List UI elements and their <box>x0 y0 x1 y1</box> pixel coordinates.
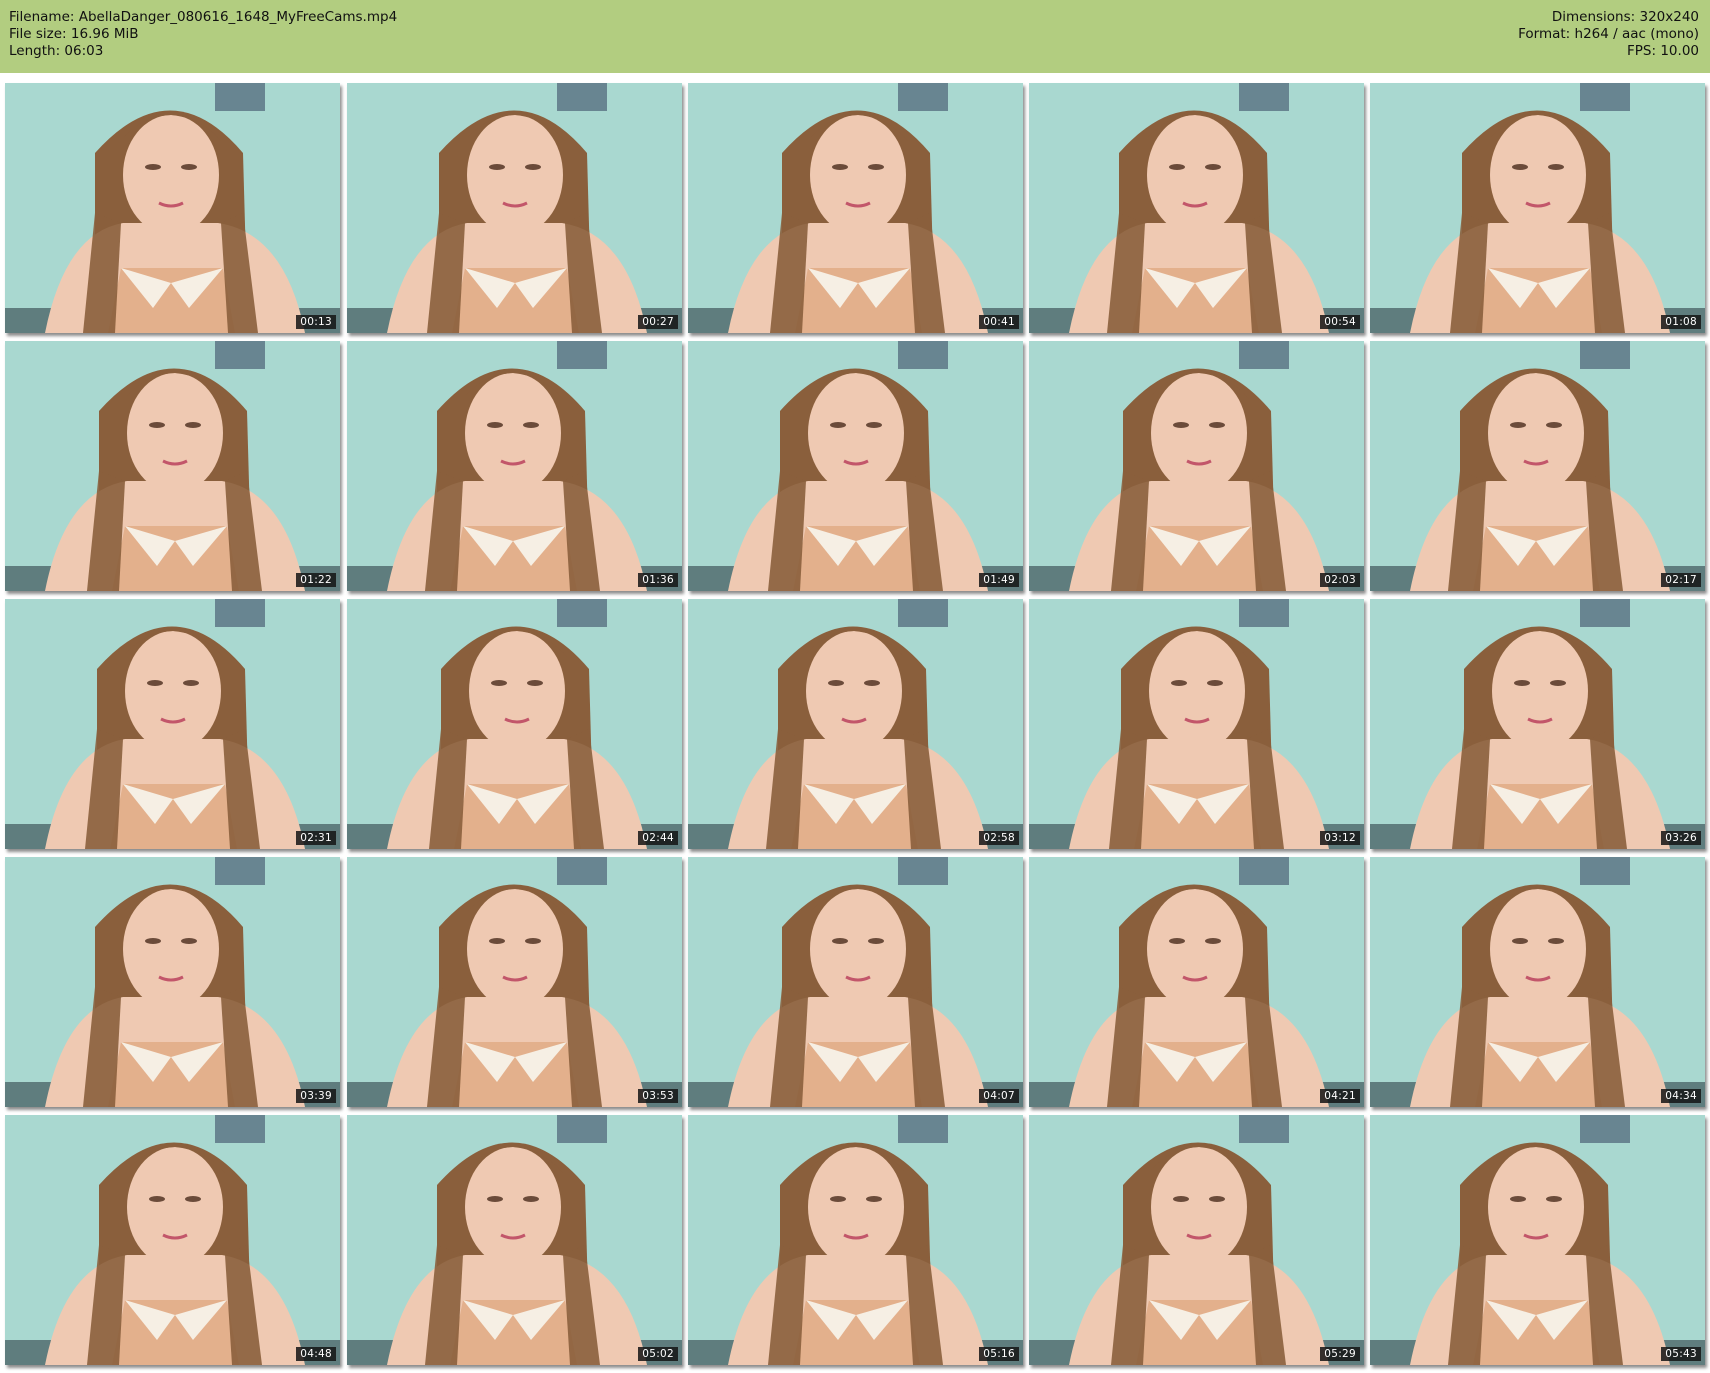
frame-timestamp: 03:12 <box>1320 831 1360 845</box>
video-frame-thumbnail[interactable]: 01:08 <box>1370 83 1705 333</box>
fps-text: FPS: 10.00 <box>1627 43 1699 59</box>
video-frame-thumbnail[interactable]: 04:34 <box>1370 857 1705 1107</box>
frame-timestamp: 01:22 <box>296 573 336 587</box>
frame-timestamp: 02:17 <box>1661 573 1701 587</box>
frame-timestamp: 02:58 <box>979 831 1019 845</box>
frame-image <box>688 83 1023 333</box>
video-frame-thumbnail[interactable]: 01:36 <box>347 341 682 591</box>
video-frame-thumbnail[interactable]: 05:02 <box>347 1115 682 1365</box>
frame-image <box>1370 1115 1705 1365</box>
frame-image <box>688 857 1023 1107</box>
frame-timestamp: 01:08 <box>1661 315 1701 329</box>
frame-image <box>5 341 340 591</box>
frame-timestamp: 00:13 <box>296 315 336 329</box>
frame-image <box>5 83 340 333</box>
frame-timestamp: 05:43 <box>1661 1347 1701 1361</box>
filename-text: Filename: AbellaDanger_080616_1648_MyFre… <box>9 9 398 25</box>
video-frame-thumbnail[interactable]: 03:53 <box>347 857 682 1107</box>
frame-timestamp: 01:49 <box>979 573 1019 587</box>
frame-timestamp: 02:44 <box>638 831 678 845</box>
frame-timestamp: 03:39 <box>296 1089 336 1103</box>
video-frame-thumbnail[interactable]: 04:07 <box>688 857 1023 1107</box>
info-header: Filename: AbellaDanger_080616_1648_MyFre… <box>0 0 1710 73</box>
frame-image <box>5 1115 340 1365</box>
frame-timestamp: 03:53 <box>638 1089 678 1103</box>
frame-timestamp: 04:34 <box>1661 1089 1701 1103</box>
frame-timestamp: 05:29 <box>1320 1347 1360 1361</box>
video-frame-thumbnail[interactable]: 02:44 <box>347 599 682 849</box>
frame-image <box>1370 599 1705 849</box>
frame-image <box>1029 341 1364 591</box>
video-frame-thumbnail[interactable]: 03:39 <box>5 857 340 1107</box>
video-frame-thumbnail[interactable]: 04:48 <box>5 1115 340 1365</box>
video-frame-thumbnail[interactable]: 00:13 <box>5 83 340 333</box>
video-frame-thumbnail[interactable]: 05:16 <box>688 1115 1023 1365</box>
video-frame-thumbnail[interactable]: 00:54 <box>1029 83 1364 333</box>
video-frame-thumbnail[interactable]: 04:21 <box>1029 857 1364 1107</box>
video-frame-thumbnail[interactable]: 00:41 <box>688 83 1023 333</box>
frame-timestamp: 03:26 <box>1661 831 1701 845</box>
frame-image <box>1370 341 1705 591</box>
video-frame-thumbnail[interactable]: 02:17 <box>1370 341 1705 591</box>
frame-image <box>688 599 1023 849</box>
frame-timestamp: 02:31 <box>296 831 336 845</box>
frame-timestamp: 04:48 <box>296 1347 336 1361</box>
frame-image <box>1029 1115 1364 1365</box>
frame-image <box>1029 599 1364 849</box>
format-text: Format: h264 / aac (mono) <box>1518 26 1699 42</box>
video-frame-thumbnail[interactable]: 03:26 <box>1370 599 1705 849</box>
frame-timestamp: 00:41 <box>979 315 1019 329</box>
frame-timestamp: 00:54 <box>1320 315 1360 329</box>
video-frame-thumbnail[interactable]: 02:58 <box>688 599 1023 849</box>
frame-image <box>347 857 682 1107</box>
frame-image <box>1029 857 1364 1107</box>
frame-timestamp: 02:03 <box>1320 573 1360 587</box>
video-frame-thumbnail[interactable]: 01:22 <box>5 341 340 591</box>
frame-image <box>1029 83 1364 333</box>
frame-image <box>347 1115 682 1365</box>
video-frame-thumbnail[interactable]: 05:43 <box>1370 1115 1705 1365</box>
frame-timestamp: 00:27 <box>638 315 678 329</box>
frame-timestamp: 04:07 <box>979 1089 1019 1103</box>
video-frame-thumbnail[interactable]: 01:49 <box>688 341 1023 591</box>
frame-timestamp: 05:16 <box>979 1347 1019 1361</box>
video-frame-thumbnail[interactable]: 03:12 <box>1029 599 1364 849</box>
frame-timestamp: 05:02 <box>638 1347 678 1361</box>
frame-image <box>688 1115 1023 1365</box>
video-frame-thumbnail[interactable]: 02:03 <box>1029 341 1364 591</box>
frame-image <box>1370 83 1705 333</box>
length-text: Length: 06:03 <box>9 43 104 59</box>
frame-timestamp: 04:21 <box>1320 1089 1360 1103</box>
video-frame-thumbnail[interactable]: 05:29 <box>1029 1115 1364 1365</box>
frame-image <box>347 599 682 849</box>
frame-image <box>5 857 340 1107</box>
file-info: Filename: AbellaDanger_080616_1648_MyFre… <box>9 9 397 60</box>
filesize-text: File size: 16.96 MiB <box>9 26 139 42</box>
frame-image <box>1370 857 1705 1107</box>
frame-image <box>347 83 682 333</box>
frame-image <box>688 341 1023 591</box>
dimensions-text: Dimensions: 320x240 <box>1551 9 1699 25</box>
video-frame-thumbnail[interactable]: 00:27 <box>347 83 682 333</box>
stream-info: Dimensions: 320x240 Format: h264 / aac (… <box>1518 9 1699 60</box>
frame-timestamp: 01:36 <box>638 573 678 587</box>
video-frame-thumbnail[interactable]: 02:31 <box>5 599 340 849</box>
thumbnail-grid: 00:13 00:27 00:41 00:54 01:08 01:22 01:36 01:49… <box>0 73 1710 1373</box>
frame-image <box>5 599 340 849</box>
frame-image <box>347 341 682 591</box>
